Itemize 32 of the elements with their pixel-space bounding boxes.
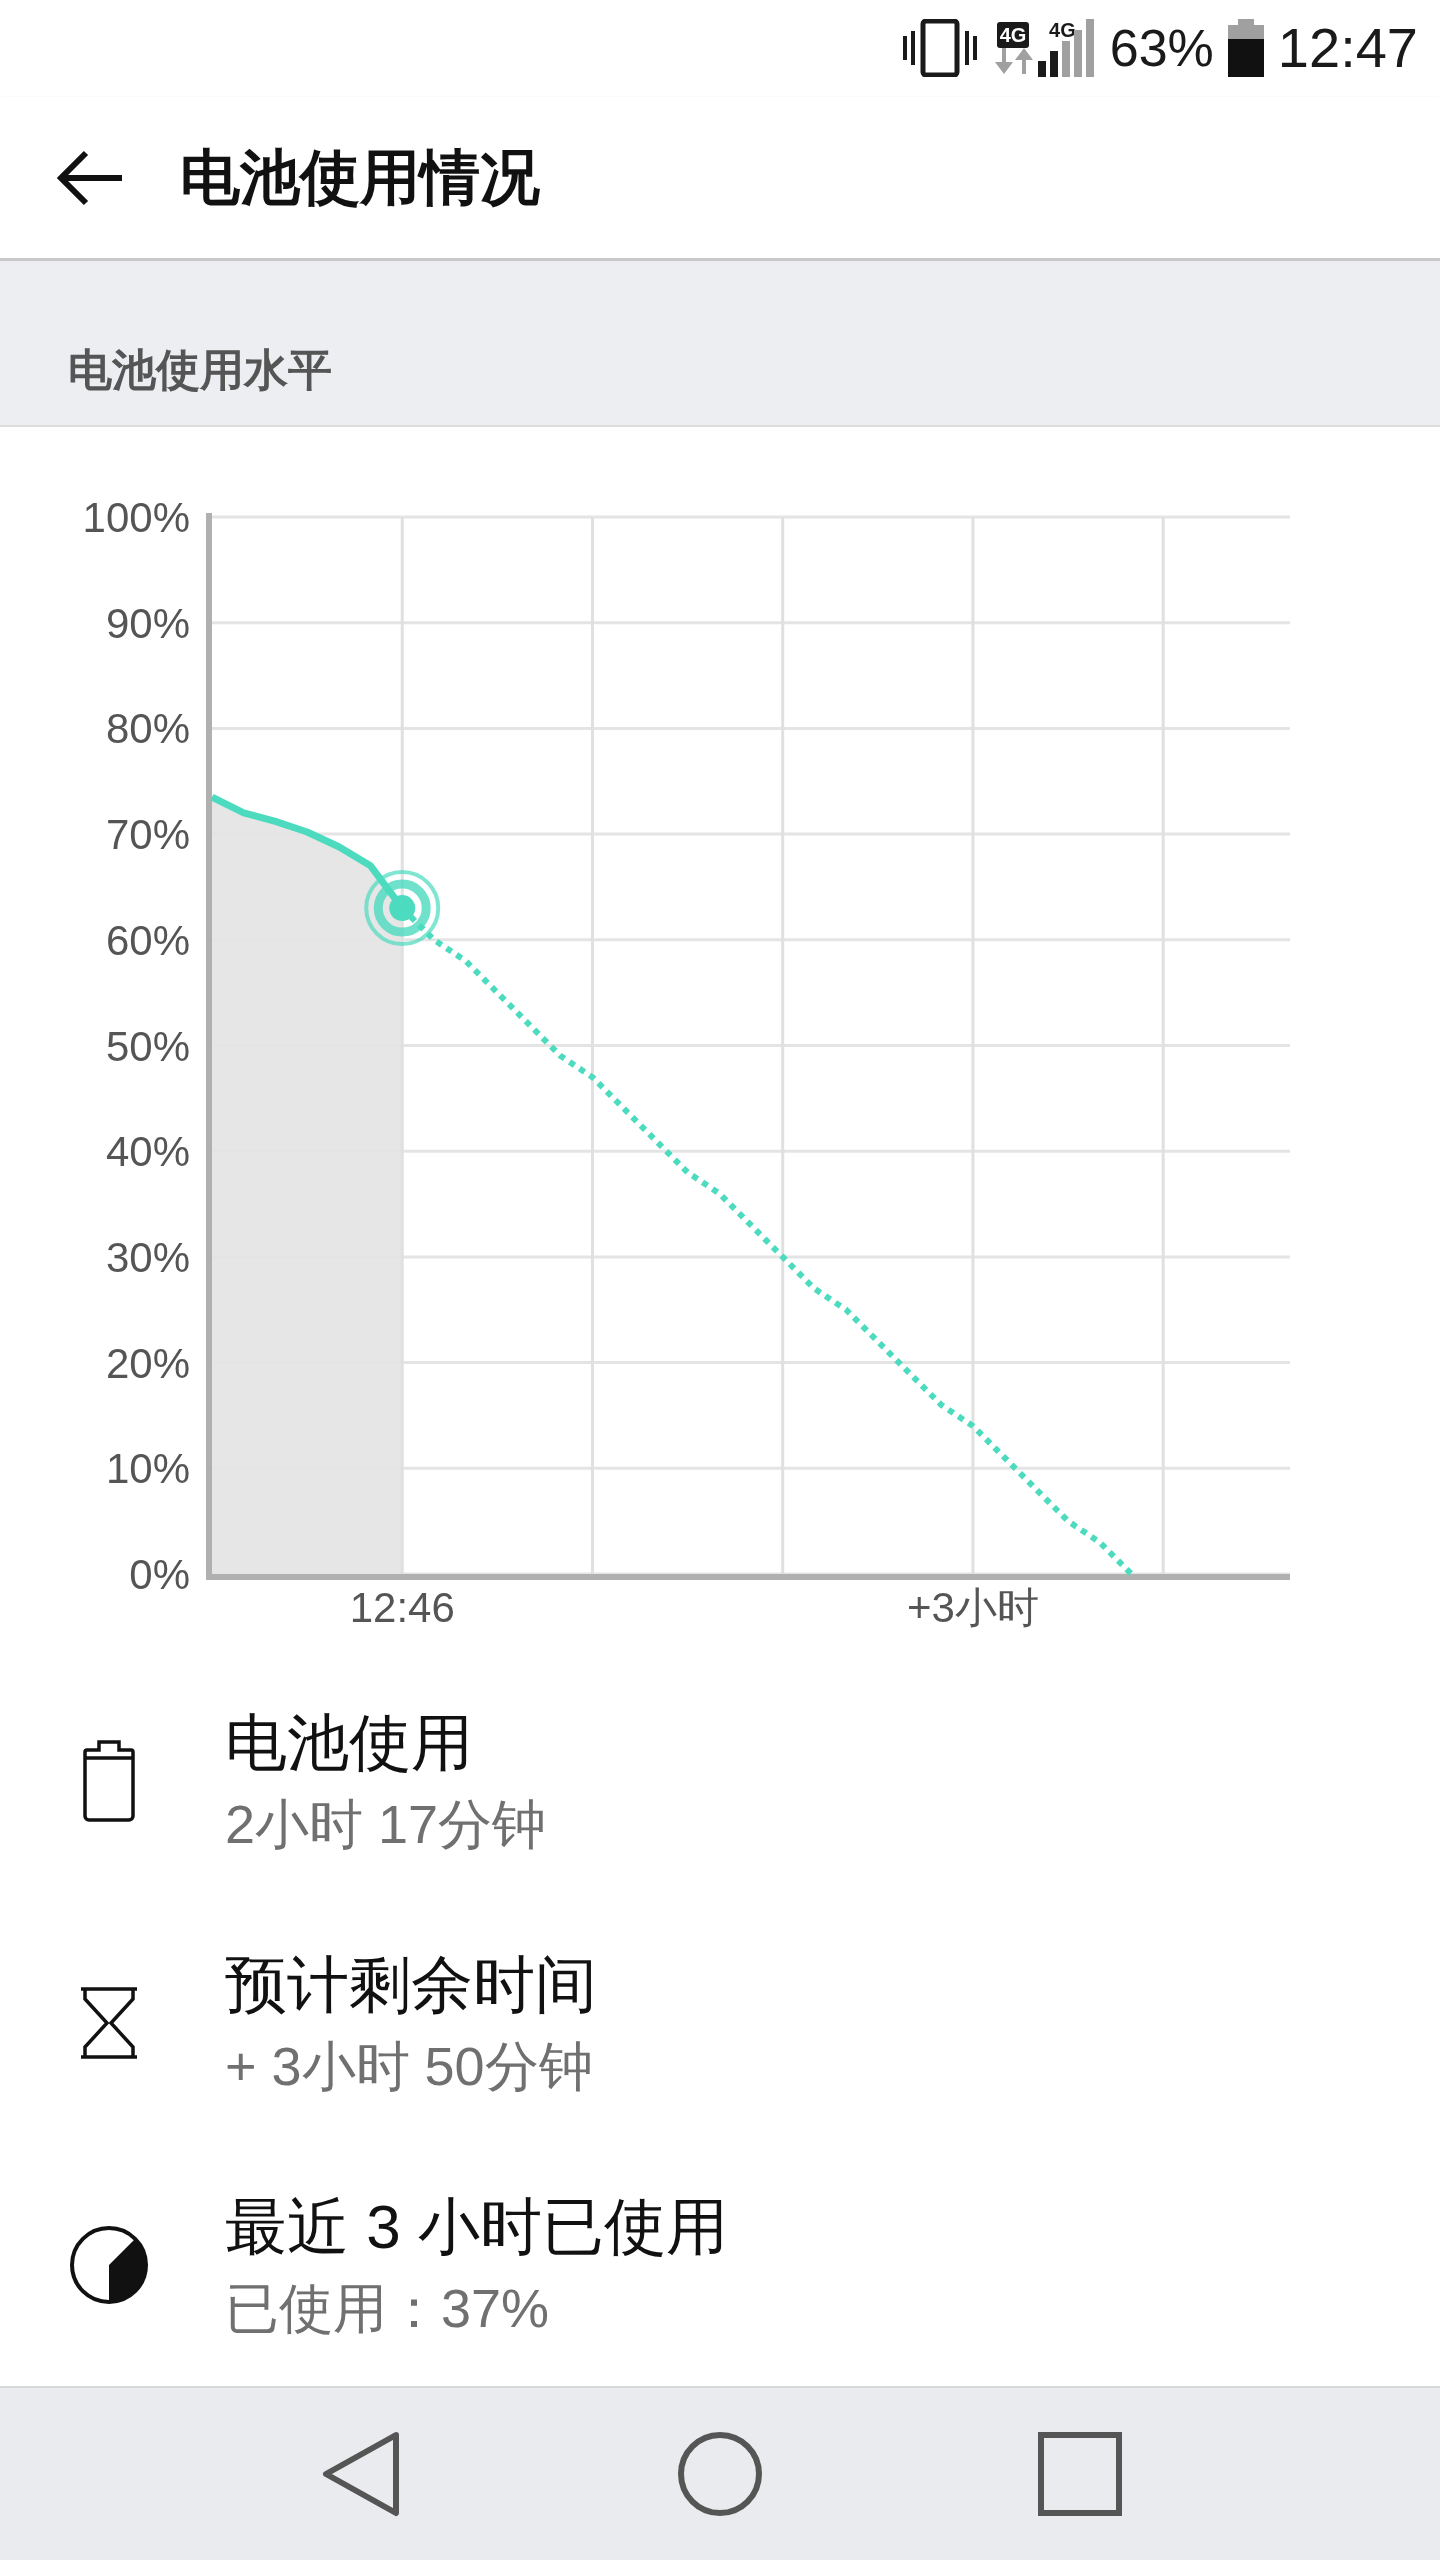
x-tick-label: 12:46 bbox=[349, 1582, 455, 1633]
section-header: 电池使用水平 bbox=[68, 343, 332, 396]
data-arrows-icon bbox=[993, 48, 1034, 75]
y-tick-label: 10% bbox=[105, 1445, 190, 1492]
signal-icon bbox=[1037, 19, 1096, 78]
y-tick-label: 70% bbox=[105, 810, 190, 858]
item-detail: + 3小时 50分钟 bbox=[225, 2034, 594, 2097]
y-tick-label: 100% bbox=[82, 493, 190, 541]
item-title: 预计剩余时间 bbox=[225, 1948, 597, 2021]
pie-chart-icon bbox=[68, 2224, 149, 2305]
y-tick-label: 60% bbox=[105, 916, 190, 964]
y-tick-label: 90% bbox=[105, 599, 190, 647]
clock: 12:47 bbox=[1277, 20, 1418, 77]
battery-icon bbox=[82, 1739, 135, 1822]
network-label: 4G bbox=[1049, 19, 1076, 42]
page-title: 电池使用情况 bbox=[180, 142, 540, 213]
battery-percent: 63% bbox=[1109, 22, 1214, 75]
hourglass-icon bbox=[78, 1986, 139, 2059]
item-detail: 2小时 17分钟 bbox=[225, 1792, 547, 1855]
y-tick-label: 80% bbox=[105, 705, 190, 753]
y-tick-label: 40% bbox=[105, 1127, 190, 1175]
y-tick-label: 20% bbox=[105, 1339, 190, 1387]
x-tick-label: +3小时 bbox=[907, 1582, 1039, 1633]
vibrate-icon bbox=[903, 19, 978, 78]
y-tick-label: 0% bbox=[129, 1550, 190, 1598]
item-title: 电池使用 bbox=[225, 1706, 474, 1779]
battery-icon bbox=[1227, 19, 1264, 78]
y-tick-label: 30% bbox=[105, 1233, 190, 1281]
data-badge: 4G bbox=[996, 22, 1030, 49]
item-title: 最近 3 小时已使用 bbox=[225, 2190, 728, 2263]
y-tick-label: 50% bbox=[105, 1022, 190, 1070]
item-detail: 已使用：37% bbox=[225, 2276, 551, 2339]
